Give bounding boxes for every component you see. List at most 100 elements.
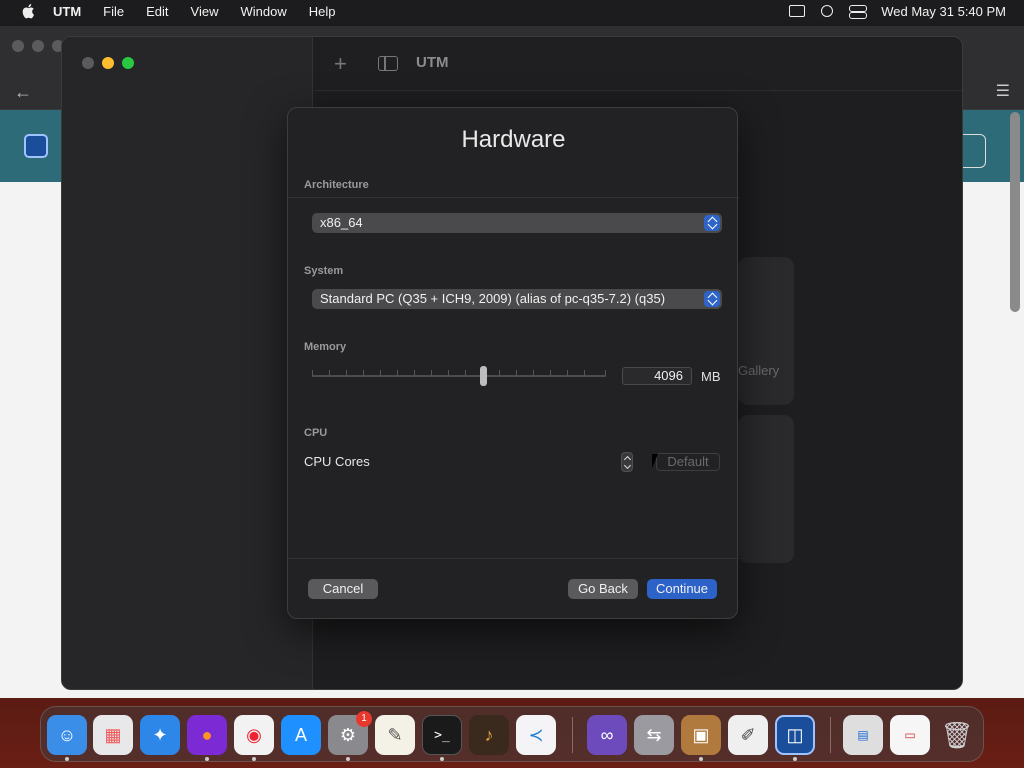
menu-edit[interactable]: Edit bbox=[146, 4, 168, 19]
slider-tick bbox=[380, 370, 381, 376]
memory-unit-label: MB bbox=[701, 369, 721, 384]
document-stack-icon[interactable]: ▭ bbox=[890, 715, 930, 755]
slider-tick bbox=[605, 370, 606, 376]
slider-tick bbox=[533, 370, 534, 376]
popup-chevron-icon bbox=[704, 215, 720, 231]
sheet-title: Hardware bbox=[461, 126, 566, 153]
architecture-select[interactable]: x86_64 bbox=[312, 213, 722, 233]
slider-tick bbox=[567, 370, 568, 376]
running-indicator bbox=[346, 757, 350, 761]
cpu-section-label: CPU bbox=[304, 427, 328, 439]
utm-sidebar bbox=[62, 37, 313, 689]
bg-close-icon bbox=[12, 40, 24, 52]
cpu-default-button[interactable]: Default bbox=[656, 453, 720, 471]
dock-separator bbox=[830, 717, 831, 753]
garageband-icon[interactable]: ♪ bbox=[469, 715, 509, 755]
menu-window[interactable]: Window bbox=[240, 4, 286, 19]
slider-tick bbox=[312, 370, 313, 376]
menu-app-name[interactable]: UTM bbox=[53, 4, 81, 19]
textedit-icon[interactable]: ✎ bbox=[375, 715, 415, 755]
app-store-icon[interactable]: A bbox=[281, 715, 321, 755]
running-indicator bbox=[793, 757, 797, 761]
trash-icon[interactable]: 🗑 bbox=[937, 715, 977, 755]
utm-icon[interactable]: ◫ bbox=[775, 715, 815, 755]
gallery-card bbox=[738, 257, 794, 405]
archive-utility-icon[interactable]: ▣ bbox=[681, 715, 721, 755]
architecture-value: x86_64 bbox=[320, 215, 363, 230]
system-section-label: System bbox=[304, 265, 344, 277]
menu-bar-status-area: Wed May 31 5:40 PM bbox=[789, 0, 1006, 22]
dock-separator bbox=[572, 717, 573, 753]
go-back-button[interactable]: Go Back bbox=[568, 579, 638, 599]
apple-icon[interactable] bbox=[20, 3, 36, 19]
minimize-window-icon[interactable] bbox=[102, 57, 114, 69]
window-switcher-icon[interactable] bbox=[789, 5, 806, 17]
visual-studio-icon[interactable]: ∞ bbox=[587, 715, 627, 755]
slider-tick bbox=[431, 370, 432, 376]
gallery-label: Gallery bbox=[738, 363, 780, 378]
control-center-icon[interactable] bbox=[849, 5, 868, 19]
divider bbox=[288, 558, 739, 559]
slider-tick bbox=[346, 370, 347, 376]
firefox-icon[interactable]: ● bbox=[187, 715, 227, 755]
hardware-sheet: Hardware Architecture x86_64 System Stan… bbox=[287, 107, 739, 619]
continue-button[interactable]: Continue bbox=[647, 579, 717, 599]
menu-bar-clock[interactable]: Wed May 31 5:40 PM bbox=[881, 4, 1006, 19]
script-editor-icon[interactable]: ✐ bbox=[728, 715, 768, 755]
cancel-button[interactable]: Cancel bbox=[308, 579, 378, 599]
slider-tick bbox=[499, 370, 500, 376]
cpu-cores-label: CPU Cores bbox=[304, 454, 370, 469]
menu-bar: UTM File Edit View Window Help Wed May 3… bbox=[0, 0, 1024, 22]
mouse-cursor-icon bbox=[652, 454, 664, 468]
cpu-cores-stepper[interactable] bbox=[621, 452, 633, 472]
slider-tick bbox=[550, 370, 551, 376]
architecture-section-label: Architecture bbox=[304, 179, 369, 191]
bg-minimize-icon bbox=[32, 40, 44, 52]
notification-badge: 1 bbox=[356, 711, 372, 727]
running-indicator bbox=[699, 757, 703, 761]
menu-help[interactable]: Help bbox=[309, 4, 336, 19]
gallery-card bbox=[738, 415, 794, 563]
slider-tick bbox=[516, 370, 517, 376]
finder-icon[interactable]: ☺ bbox=[47, 715, 87, 755]
launchpad-icon[interactable]: ▦ bbox=[93, 715, 133, 755]
slider-tick bbox=[329, 370, 330, 376]
system-settings-icon[interactable]: ⚙ 1 bbox=[328, 711, 372, 755]
system-select[interactable]: Standard PC (Q35 + ICH9, 2009) (alias of… bbox=[312, 289, 722, 309]
back-arrow-icon: ← bbox=[14, 82, 32, 102]
hamburger-menu-icon: ☰ bbox=[995, 83, 1010, 100]
memory-input[interactable]: 4096 bbox=[622, 367, 692, 385]
memory-slider-track[interactable] bbox=[312, 375, 606, 377]
slider-tick bbox=[414, 370, 415, 376]
safari-icon[interactable]: ✦ bbox=[140, 715, 180, 755]
slider-tick bbox=[397, 370, 398, 376]
divider bbox=[288, 197, 739, 198]
system-value: Standard PC (Q35 + ICH9, 2009) (alias of… bbox=[320, 291, 666, 306]
bg-utm-icon bbox=[24, 134, 48, 158]
add-vm-icon[interactable]: + bbox=[334, 51, 347, 77]
running-indicator bbox=[252, 757, 256, 761]
memory-slider-thumb[interactable] bbox=[480, 366, 487, 386]
maximize-window-icon[interactable] bbox=[122, 57, 134, 69]
menu-file[interactable]: File bbox=[103, 4, 124, 19]
slider-tick bbox=[448, 370, 449, 376]
dock: ☺ ▦ ✦ ● ◉ A ⚙ 1 ✎ >_ ♪ ≺ ∞ ⇆ ▣ ✐ ◫ ▤ ▭ 🗑 bbox=[40, 706, 984, 762]
toggle-sidebar-icon[interactable] bbox=[378, 56, 398, 71]
slider-tick bbox=[363, 370, 364, 376]
running-indicator bbox=[205, 757, 209, 761]
utm-toolbar: + UTM bbox=[314, 37, 962, 91]
downloads-stack-icon[interactable]: ▤ bbox=[843, 715, 883, 755]
spotlight-search-icon[interactable] bbox=[821, 5, 834, 17]
terminal-icon[interactable]: >_ bbox=[422, 715, 462, 755]
background-scrollbar bbox=[1010, 112, 1020, 312]
menu-view[interactable]: View bbox=[191, 4, 219, 19]
migration-assistant-icon[interactable]: ⇆ bbox=[634, 715, 674, 755]
vscode-icon[interactable]: ≺ bbox=[516, 715, 556, 755]
popup-chevron-icon bbox=[704, 291, 720, 307]
memory-section-label: Memory bbox=[304, 341, 347, 353]
chrome-icon[interactable]: ◉ bbox=[234, 715, 274, 755]
running-indicator bbox=[440, 757, 444, 761]
slider-tick bbox=[584, 370, 585, 376]
running-indicator bbox=[65, 757, 69, 761]
close-window-icon[interactable] bbox=[82, 57, 94, 69]
